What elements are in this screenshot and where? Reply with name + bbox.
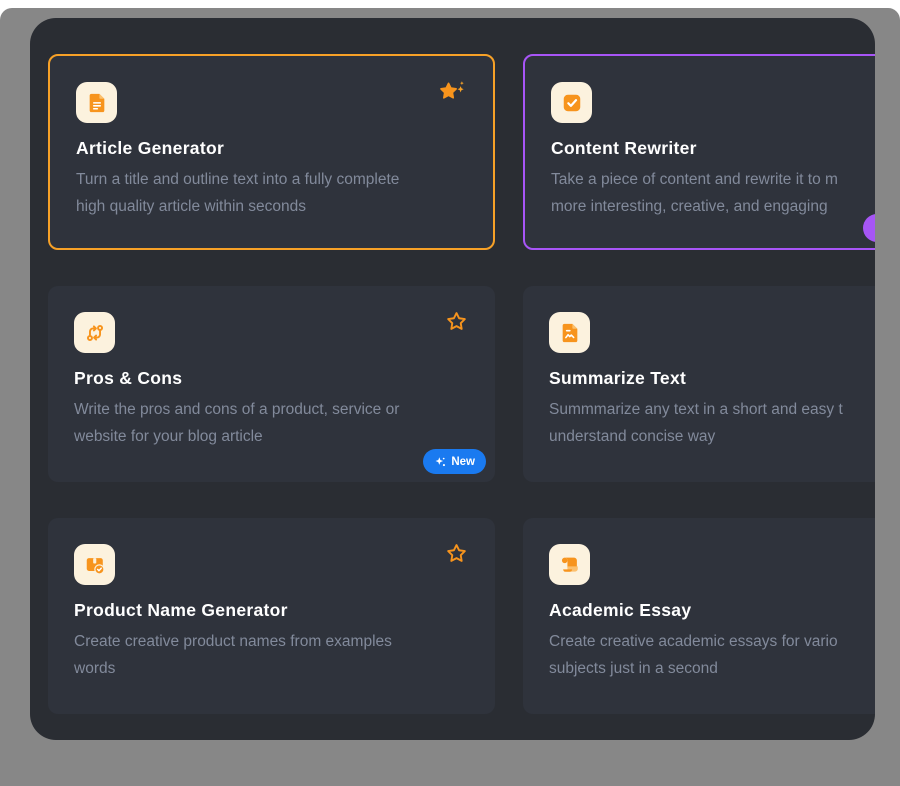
favorite-star-outline-icon[interactable] [445, 542, 468, 565]
icon-tile [74, 544, 115, 585]
summary-document-icon [559, 322, 581, 344]
card-article-generator[interactable]: Article Generator Turn a title and outli… [48, 54, 495, 250]
icon-tile [74, 312, 115, 353]
card-description: Write the pros and cons of a product, se… [74, 396, 469, 450]
icon-tile [549, 544, 590, 585]
tool-card-grid: Article Generator Turn a title and outli… [30, 18, 875, 714]
favorite-star-filled-icon[interactable] [438, 80, 466, 105]
page: Article Generator Turn a title and outli… [0, 0, 900, 786]
sparkle-icon [434, 456, 446, 468]
card-title: Article Generator [76, 138, 467, 159]
icon-tile [551, 82, 592, 123]
card-title: Summarize Text [549, 368, 875, 389]
card-description: Create creative product names from examp… [74, 628, 469, 682]
card-description: Summmarize any text in a short and easy … [549, 396, 875, 450]
swap-arrows-icon [84, 322, 106, 344]
new-badge-label: New [451, 456, 475, 468]
card-title: Pros & Cons [74, 368, 469, 389]
card-product-name-generator[interactable]: Product Name Generator Create creative p… [48, 518, 495, 714]
icon-tile [76, 82, 117, 123]
card-title: Product Name Generator [74, 600, 469, 621]
card-description: Create creative academic essays for vari… [549, 628, 875, 682]
card-title: Academic Essay [549, 600, 875, 621]
tools-panel: Article Generator Turn a title and outli… [30, 18, 875, 740]
card-title: Content Rewriter [551, 138, 875, 159]
card-pros-and-cons[interactable]: Pros & Cons Write the pros and cons of a… [48, 286, 495, 482]
card-summarize-text[interactable]: Summarize Text Summmarize any text in a … [523, 286, 875, 482]
scroll-icon [559, 554, 581, 576]
checkbox-icon [561, 92, 583, 114]
icon-tile [549, 312, 590, 353]
favorite-star-outline-icon[interactable] [445, 310, 468, 333]
card-description: Turn a title and outline text into a ful… [76, 166, 467, 220]
article-document-icon [86, 92, 108, 114]
card-content-rewriter[interactable]: Content Rewriter Take a piece of content… [523, 54, 875, 250]
card-academic-essay[interactable]: Academic Essay Create creative academic … [523, 518, 875, 714]
product-box-check-icon [84, 554, 106, 576]
card-description: Take a piece of content and rewrite it t… [551, 166, 875, 220]
new-badge: New [423, 449, 486, 474]
